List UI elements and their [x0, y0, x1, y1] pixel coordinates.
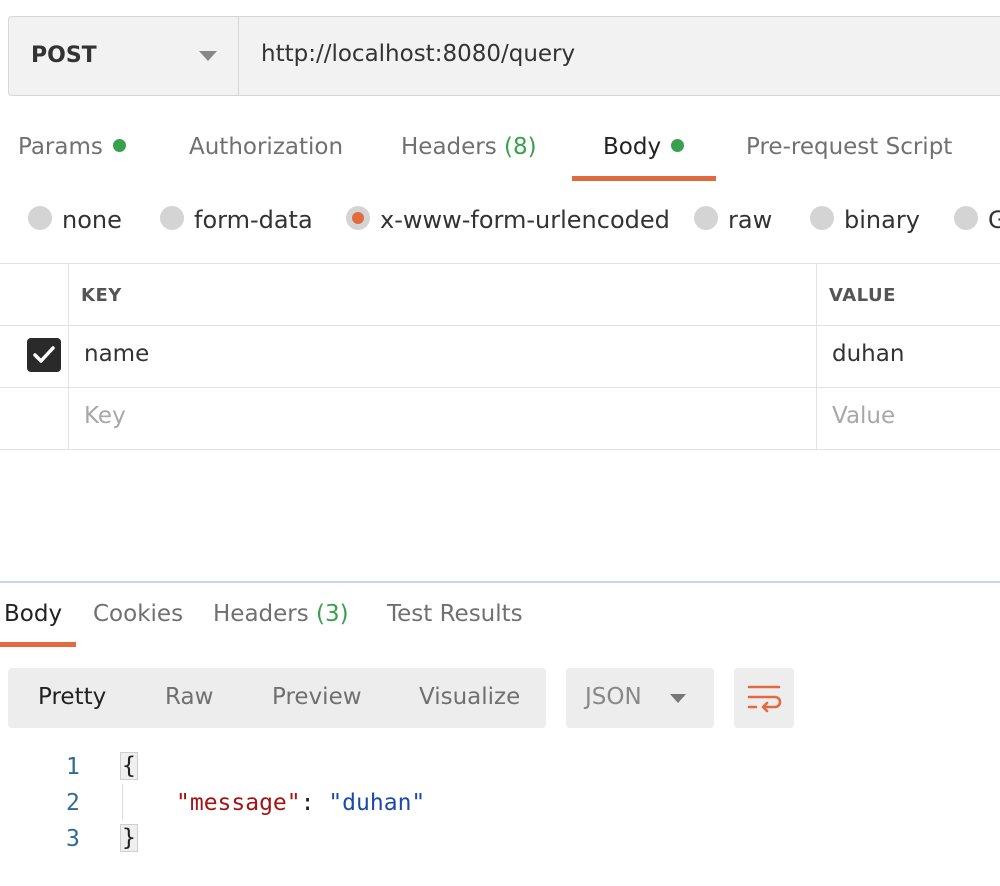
radio-label: binary — [844, 206, 920, 234]
radio-circle — [160, 206, 184, 230]
line-number: 1 — [66, 754, 80, 780]
radio-circle — [810, 206, 834, 230]
active-tab-underline — [572, 176, 716, 181]
caret-down-icon — [670, 694, 686, 703]
json-colon: : — [300, 790, 329, 816]
view-visualize-button[interactable]: Visualize — [419, 684, 520, 710]
new-value-input[interactable]: Value — [832, 403, 895, 429]
radio-x-www-form-urlencoded[interactable]: x-www-form-urlencoded — [346, 206, 670, 234]
key-column-header: KEY — [81, 285, 122, 306]
new-key-input[interactable]: Key — [84, 403, 126, 429]
response-tab-cookies-label: Cookies — [93, 601, 184, 627]
params-indicator-dot — [112, 139, 126, 152]
radio-label: x-www-form-urlencoded — [380, 206, 670, 234]
response-tab-cookies[interactable]: Cookies — [93, 601, 183, 627]
tab-body[interactable]: Body — [603, 134, 685, 160]
url-input[interactable]: http://localhost:8080/query — [261, 41, 575, 67]
radio-circle — [694, 206, 718, 230]
tab-params-label: Params — [18, 134, 103, 160]
indent-guide — [122, 784, 123, 820]
wrap-lines-icon — [747, 685, 782, 713]
code-line-1: { — [120, 752, 138, 780]
radio-circle-selected — [346, 206, 370, 230]
response-active-tab-underline — [0, 642, 76, 647]
response-headers-count: (3) — [316, 601, 349, 627]
response-pane-divider[interactable] — [0, 581, 1000, 583]
response-tab-test-results[interactable]: Test Results — [387, 601, 523, 627]
radio-raw[interactable]: raw — [694, 206, 772, 234]
wrap-lines-button[interactable] — [734, 668, 794, 728]
response-tab-test-results-label: Test Results — [387, 601, 523, 627]
view-raw-button[interactable]: Raw — [165, 684, 213, 710]
json-key: "message" — [176, 790, 301, 816]
close-brace: } — [120, 824, 138, 852]
tab-pre-request-script-label: Pre-request Script — [746, 134, 953, 160]
tab-pre-request-script[interactable]: Pre-request Script — [746, 134, 952, 160]
code-line-3: } — [120, 824, 138, 852]
value-column-header: VALUE — [829, 285, 896, 306]
tab-body-label: Body — [603, 134, 662, 160]
radio-circle — [954, 206, 978, 230]
radio-form-data[interactable]: form-data — [160, 206, 313, 234]
radio-label: G — [988, 206, 1000, 234]
table-divider — [0, 449, 1000, 450]
view-preview-button[interactable]: Preview — [272, 684, 362, 710]
table-divider — [0, 325, 1000, 326]
radio-label: raw — [728, 206, 773, 234]
row-enabled-checkbox[interactable] — [27, 338, 61, 372]
tab-authorization-label: Authorization — [189, 134, 344, 160]
format-label: JSON — [585, 684, 642, 710]
table-column-divider — [68, 263, 69, 450]
tab-headers[interactable]: Headers (8) — [401, 134, 537, 160]
radio-none[interactable]: none — [28, 206, 122, 234]
radio-label: none — [62, 206, 122, 234]
response-format-select[interactable]: JSON — [566, 668, 714, 728]
json-value: "duhan" — [328, 790, 426, 816]
headers-count: (8) — [504, 134, 537, 160]
param-value-input[interactable]: duhan — [832, 341, 904, 367]
table-divider — [0, 263, 1000, 264]
code-line-2: "message": "duhan" — [176, 790, 425, 816]
open-brace: { — [120, 752, 138, 780]
tab-params[interactable]: Params — [18, 134, 126, 160]
table-divider — [0, 387, 1000, 388]
form-params-table: KEY VALUE name duhan Key Value — [0, 263, 1000, 450]
line-number: 3 — [66, 826, 80, 852]
tab-authorization[interactable]: Authorization — [189, 134, 343, 160]
table-column-divider — [816, 263, 817, 450]
radio-label: form-data — [194, 206, 313, 234]
url-bar: POST http://localhost:8080/query — [8, 16, 1000, 96]
response-tab-body[interactable]: Body — [4, 601, 62, 627]
radio-binary[interactable]: binary — [810, 206, 920, 234]
caret-down-icon — [199, 51, 217, 61]
response-tab-headers[interactable]: Headers (3) — [213, 601, 349, 627]
response-tab-body-label: Body — [4, 601, 63, 627]
method-select[interactable]: POST — [9, 17, 239, 95]
response-tab-headers-label: Headers — [213, 601, 309, 627]
view-pretty-button[interactable]: Pretty — [38, 684, 106, 710]
method-label: POST — [31, 43, 97, 68]
radio-graphql[interactable]: G — [954, 206, 1000, 234]
body-indicator-dot — [671, 139, 685, 152]
line-number: 2 — [66, 790, 80, 816]
checkmark-icon — [33, 346, 55, 363]
radio-circle — [28, 206, 52, 230]
param-key-input[interactable]: name — [84, 341, 149, 367]
tab-headers-label: Headers — [401, 134, 497, 160]
